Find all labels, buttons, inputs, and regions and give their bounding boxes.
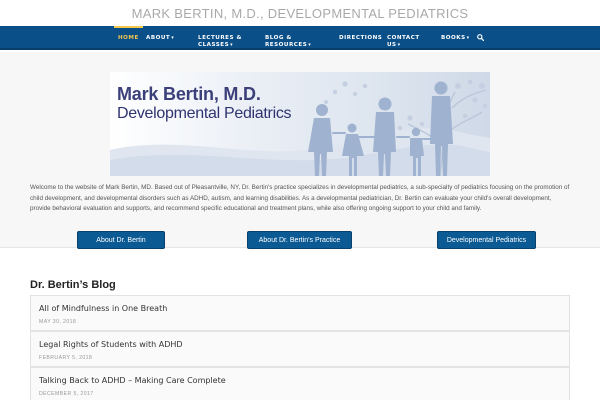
blog-post-item: Talking Back to ADHD – Making Care Compl… [30, 367, 570, 400]
blog-post-date: MAY 30, 2018 [39, 319, 77, 325]
nav-us-label: US [387, 41, 397, 48]
nav-lectures-classes[interactable]: LECTURES & CLASSES▾ [198, 26, 242, 48]
blog-post-title-link[interactable]: All of Mindfulness in One Breath [39, 304, 167, 313]
chevron-down-icon: ▾ [171, 35, 175, 41]
site-title[interactable]: MARK BERTIN, M.D., DEVELOPMENTAL PEDIATR… [0, 0, 600, 26]
banner-subtitle: Developmental Pediatrics [117, 105, 292, 122]
nav-about[interactable]: ABOUT▾ [146, 26, 174, 48]
nav-classes-label: CLASSES [198, 41, 230, 48]
about-practice-button[interactable]: About Dr. Bertin's Practice [247, 231, 352, 249]
nav-books-label: BOOKS [441, 35, 466, 41]
chevron-down-icon: ▾ [466, 35, 470, 41]
nav-resources-label: RESOURCES [265, 41, 308, 48]
developmental-pediatrics-button[interactable]: Developmental Pediatrics [437, 231, 536, 249]
blog-post-item: Legal Rights of Students with ADHD FEBRU… [30, 331, 570, 367]
blog-post-item: All of Mindfulness in One Breath MAY 30,… [30, 295, 570, 331]
nav-contact-us[interactable]: CONTACT US▾ [387, 26, 420, 48]
nav-books[interactable]: BOOKS▾ [441, 26, 470, 48]
chevron-down-icon: ▾ [397, 41, 401, 48]
search-icon [477, 34, 484, 41]
chevron-down-icon: ▾ [308, 41, 312, 48]
blog-post-title-link[interactable]: Talking Back to ADHD – Making Care Compl… [39, 376, 226, 385]
nav-home-label: HOME [118, 35, 139, 41]
intro-paragraph: Welcome to the website of Mark Bertin, M… [30, 184, 570, 212]
blog-post-date: FEBRUARY 5, 2018 [39, 355, 93, 361]
nav-directions[interactable]: DIRECTIONS [339, 26, 382, 48]
blog-post-date: DECEMBER 5, 2017 [39, 391, 94, 397]
main-nav: HOME ABOUT▾ LECTURES & CLASSES▾ BLOG & R… [0, 26, 600, 50]
about-dr-bertin-button[interactable]: About Dr. Bertin [77, 231, 165, 249]
banner-title: Mark Bertin, M.D. [117, 84, 261, 104]
blog-heading: Dr. Bertin’s Blog [30, 279, 116, 291]
nav-about-label: ABOUT [146, 35, 171, 41]
banner-image: Mark Bertin, M.D. Developmental Pediatri… [110, 72, 490, 176]
nav-home[interactable]: HOME [114, 26, 143, 48]
chevron-down-icon: ▾ [230, 41, 234, 48]
nav-directions-label: DIRECTIONS [339, 35, 383, 41]
nav-blog-resources[interactable]: BLOG & RESOURCES▾ [265, 26, 311, 48]
blog-post-title-link[interactable]: Legal Rights of Students with ADHD [39, 340, 183, 349]
search-button[interactable] [477, 26, 484, 48]
